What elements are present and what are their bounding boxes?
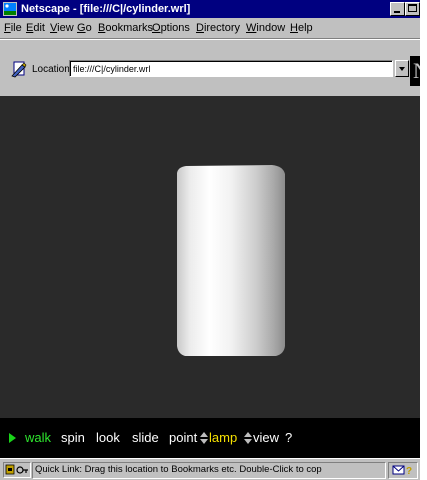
nav-point-button[interactable]: point (169, 430, 197, 446)
nav-slide-button[interactable]: slide (132, 430, 159, 446)
location-toolbar: Location: file:///C|/cylinder.wrl N (0, 39, 420, 96)
menu-bookmarks[interactable]: Bookmarks (98, 21, 153, 35)
menu-edit[interactable]: Edit (26, 21, 45, 35)
status-text: Quick Link: Drag this location to Bookma… (35, 464, 322, 475)
nav-lamp-button[interactable]: lamp (209, 430, 237, 446)
menu-bar: File Edit View Go Bookmarks Options Dire… (0, 18, 420, 39)
maximize-icon (408, 4, 417, 12)
minimize-icon (394, 11, 400, 13)
vrml-nav-bar: walk spin look slide point lamp view ? (0, 418, 420, 458)
netscape-app-icon[interactable] (3, 2, 17, 16)
status-bar: Quick Link: Drag this location to Bookma… (0, 458, 420, 480)
title-bar[interactable]: Netscape - [file:///C|/cylinder.wrl] (0, 0, 420, 18)
window-title: Netscape - [file:///C|/cylinder.wrl] (21, 3, 191, 15)
nav-view-button[interactable]: view (253, 430, 279, 446)
chevron-down-icon (399, 67, 405, 71)
play-icon[interactable] (9, 433, 16, 443)
lamp-adjust-icon[interactable] (200, 430, 208, 446)
status-right-panel: ? (388, 462, 418, 479)
menu-directory[interactable]: Directory (196, 21, 240, 35)
nav-walk-button[interactable]: walk (25, 430, 51, 446)
netscape-window: Netscape - [file:///C|/cylinder.wrl] Fil… (0, 0, 420, 480)
location-input[interactable]: file:///C|/cylinder.wrl (69, 60, 393, 77)
netscape-logo[interactable]: N (410, 56, 420, 86)
nav-help-button[interactable]: ? (285, 430, 292, 446)
menu-options[interactable]: Options (152, 21, 190, 35)
netscape-logo-letter: N (413, 58, 420, 84)
page-edge (420, 0, 427, 480)
cylinder-body (177, 165, 285, 356)
maximize-button[interactable] (405, 2, 420, 16)
location-bookmark-icon[interactable] (11, 61, 28, 78)
location-label: Location: (32, 64, 73, 75)
vrml-viewport[interactable] (0, 96, 420, 418)
nav-spin-button[interactable]: spin (61, 430, 85, 446)
menu-help[interactable]: Help (290, 21, 313, 35)
cylinder-model[interactable] (0, 96, 420, 418)
menu-view[interactable]: View (50, 21, 74, 35)
nav-look-button[interactable]: look (96, 430, 120, 446)
location-dropdown-button[interactable] (395, 60, 409, 77)
security-indicator[interactable] (3, 462, 31, 478)
menu-go[interactable]: Go (77, 21, 92, 35)
menu-file[interactable]: File (4, 21, 22, 35)
svg-text:?: ? (406, 466, 412, 477)
view-adjust-icon[interactable] (244, 430, 252, 446)
mail-icon[interactable]: ? (389, 463, 417, 478)
security-key-icon (5, 464, 28, 475)
minimize-button[interactable] (390, 2, 405, 16)
window-controls (390, 2, 420, 16)
status-text-box: Quick Link: Drag this location to Bookma… (32, 462, 386, 479)
menu-window[interactable]: Window (246, 21, 285, 35)
